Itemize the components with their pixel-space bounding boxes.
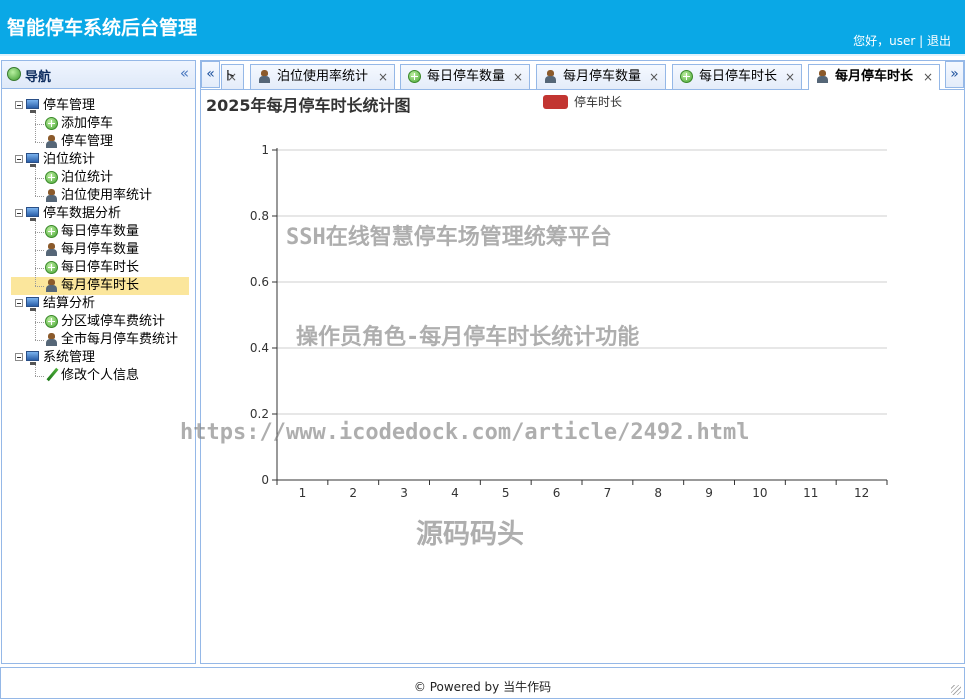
- x-tick-label: 4: [451, 486, 459, 500]
- y-tick-label: 0.4: [250, 341, 269, 355]
- x-tick-label: 1: [299, 486, 307, 500]
- watermark-role-feature: 操作员角色-每月停车时长统计功能: [296, 325, 640, 350]
- x-tick-label: 5: [502, 486, 510, 500]
- x-tick-label: 12: [854, 486, 869, 500]
- x-tick-label: 2: [349, 486, 357, 500]
- y-tick-label: 0.2: [250, 407, 269, 421]
- y-tick-label: 1: [261, 143, 269, 157]
- watermark-url: https://www.icodedock.com/article/2492.h…: [180, 420, 750, 445]
- y-tick-label: 0.8: [250, 209, 269, 223]
- x-tick-label: 8: [654, 486, 662, 500]
- y-tick-label: 0.6: [250, 275, 269, 289]
- x-tick-label: 11: [803, 486, 818, 500]
- x-tick-label: 10: [752, 486, 767, 500]
- watermark-platform-name: SSH在线智慧停车场管理统筹平台: [286, 225, 612, 250]
- chart-title: 2025年每月停车时长统计图: [206, 96, 411, 115]
- legend-label: 停车时长: [574, 95, 623, 109]
- footer-credit: © Powered by 当牛作码: [413, 680, 552, 694]
- y-tick-label: 0: [261, 473, 269, 487]
- x-tick-label: 6: [553, 486, 561, 500]
- legend-swatch: [543, 95, 568, 109]
- footer: © Powered by 当牛作码: [0, 667, 965, 699]
- watermark-brand: 源码码头: [416, 519, 524, 550]
- x-tick-label: 9: [705, 486, 713, 500]
- x-tick-label: 7: [604, 486, 612, 500]
- resize-grip[interactable]: [951, 685, 961, 695]
- x-tick-label: 3: [400, 486, 408, 500]
